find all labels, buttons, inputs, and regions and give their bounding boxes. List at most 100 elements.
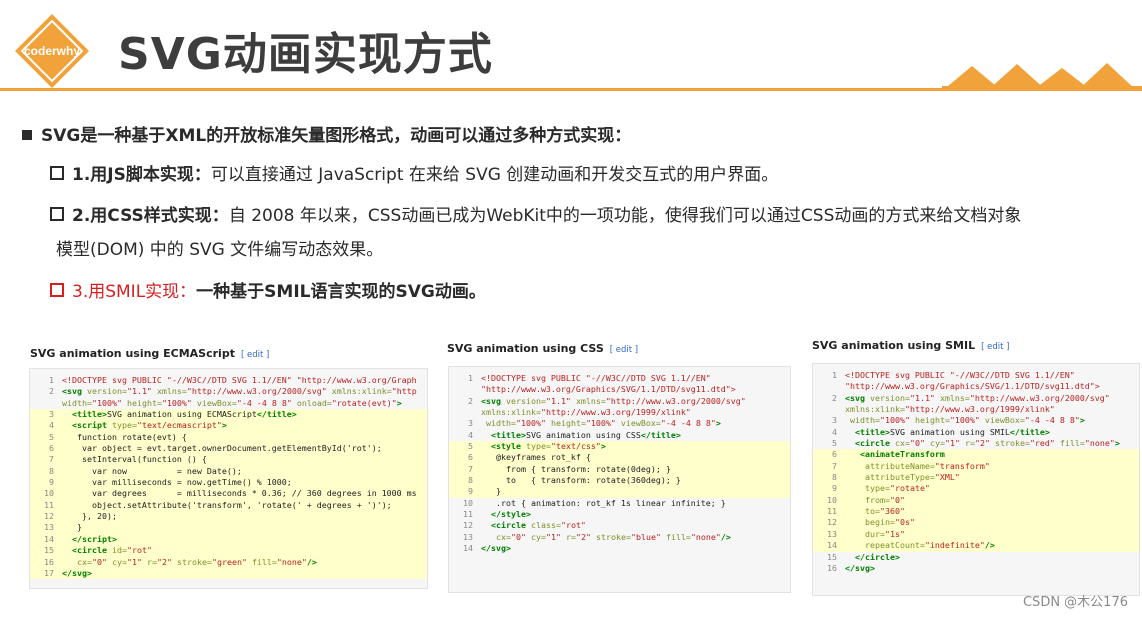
code-text: </style> bbox=[491, 509, 531, 520]
item-label: 1.用JS脚本实现： bbox=[72, 165, 211, 185]
code-text: </svg> bbox=[845, 562, 875, 573]
code-line: 6 @keyframes rot_kf { bbox=[449, 452, 790, 464]
code-line: 11 to="360" bbox=[813, 506, 1139, 518]
code-text: <!DOCTYPE svg PUBLIC "-//W3C//DTD SVG 1.… bbox=[845, 370, 1075, 380]
code-line: 3 width="100%" height="100%" viewBox="-4… bbox=[813, 415, 1139, 426]
logo-text: coderwhy bbox=[24, 44, 80, 58]
code-text: xmlns:xlink="http://www.w3.org/1999/xlin… bbox=[481, 407, 691, 418]
code-text: }, 20); bbox=[62, 511, 117, 522]
code-text: <style type="text/css"> bbox=[491, 441, 606, 452]
code-line: 1 <!DOCTYPE svg PUBLIC "-//W3C//DTD SVG 1… bbox=[813, 370, 1139, 381]
code-text: xmlns:xlink="http://www.w3.org/1999/xlin… bbox=[845, 404, 1055, 415]
line-number: 10 bbox=[44, 488, 54, 499]
code-line: 7 setInterval(function () { bbox=[30, 454, 427, 466]
example-smil: SVG animation using SMIL [ edit ] bbox=[812, 339, 1009, 352]
code-line: 3 width="100%" height="100%" viewBox="-4… bbox=[449, 418, 790, 429]
code-line: 14 </svg> bbox=[449, 543, 790, 554]
line-number: 11 bbox=[827, 506, 837, 517]
line-number: 16 bbox=[827, 562, 837, 573]
list-item-css: 2.用CSS样式实现：自 2008 年以来，CSS动画已成为WebKit中的一项… bbox=[50, 199, 1130, 267]
code-text: </svg> bbox=[62, 567, 92, 578]
code-text: var milliseconds = now.getTime() % 1000; bbox=[62, 477, 292, 488]
line-number: 5 bbox=[832, 438, 837, 449]
line-number: 6 bbox=[49, 443, 54, 454]
hollow-square-icon bbox=[50, 283, 64, 297]
example-css: SVG animation using CSS [ edit ] bbox=[447, 342, 638, 355]
code-line: 4 <script type="text/ecmascript"> bbox=[30, 420, 427, 432]
line-number: 3 bbox=[832, 415, 837, 426]
line-number: 1 bbox=[468, 373, 473, 383]
code-line: 4 <title>SVG animation using SMIL</title… bbox=[813, 427, 1139, 438]
item-label: 2.用CSS样式实现： bbox=[72, 206, 229, 226]
code-text: <title>SVG animation using CSS</title> bbox=[491, 429, 681, 440]
code-text: to="360" bbox=[864, 506, 905, 517]
code-text: <svg version="1.1" xmlns="http://www.w3.… bbox=[481, 395, 746, 406]
line-number: 6 bbox=[468, 452, 473, 463]
code-text: function rotate(evt) { bbox=[62, 431, 187, 442]
code-line: 11 </style> bbox=[449, 509, 790, 520]
list-item-smil: 3.用SMIL实现：一种基于SMIL语言实现的SVG动画。 bbox=[50, 275, 486, 309]
item-text: 自 2008 年以来，CSS动画已成为WebKit中的一项功能，使得我们可以通过… bbox=[228, 206, 1022, 226]
code-line: "http://www.w3.org/Graphics/SVG/1.1/DTD/… bbox=[449, 384, 790, 395]
code-line: 1 <!DOCTYPE svg PUBLIC "-//W3C//DTD SVG 1… bbox=[30, 375, 427, 386]
line-number bbox=[449, 384, 481, 395]
line-number: 6 bbox=[832, 449, 837, 460]
edit-link[interactable]: [ edit ] bbox=[981, 342, 1009, 352]
edit-link[interactable]: [ edit ] bbox=[610, 345, 638, 355]
line-number: 16 bbox=[44, 556, 54, 567]
code-line: 13 cx="0" cy="1" r="2" stroke="blue" fil… bbox=[449, 532, 790, 543]
line-number: 9 bbox=[832, 483, 837, 494]
code-text: @keyframes rot_kf { bbox=[481, 452, 591, 463]
line-number: 8 bbox=[832, 472, 837, 483]
code-line: 16 </svg> bbox=[813, 563, 1139, 574]
code-line: xmlns:xlink="http://www.w3.org/1999/xlin… bbox=[813, 404, 1139, 415]
code-line: 7 attributeName="transform" bbox=[813, 460, 1139, 473]
code-text: cx="0" cy="1" r="2" stroke="green" fill=… bbox=[77, 556, 317, 567]
code-text: <circle id="rot" bbox=[72, 545, 152, 556]
code-line: 5 <circle cx="0" cy="1" r="2" stroke="re… bbox=[813, 438, 1139, 449]
code-line: 6 <animateTransform bbox=[813, 449, 1139, 461]
item-label: 3.用SMIL实现： bbox=[72, 282, 197, 302]
code-line: 14 </script> bbox=[30, 533, 427, 546]
line-number: 3 bbox=[468, 418, 473, 429]
code-text: <!DOCTYPE svg PUBLIC "-//W3C//DTD SVG 1.… bbox=[62, 375, 417, 385]
code-text: var degrees = milliseconds * 0.36; // 36… bbox=[62, 488, 417, 499]
code-text: attributeType="XML" bbox=[864, 472, 960, 483]
code-text: cx="0" cy="1" r="2" stroke="blue" fill="… bbox=[496, 531, 731, 542]
code-text: <!DOCTYPE svg PUBLIC "-//W3C//DTD SVG 1.… bbox=[481, 373, 711, 383]
item-text: 可以直接通过 JavaScript 在来给 SVG 创建动画和开发交互式的用户界… bbox=[210, 165, 779, 185]
code-text: type="rotate" bbox=[864, 483, 930, 494]
line-number: 8 bbox=[49, 465, 54, 476]
line-number: 15 bbox=[44, 545, 54, 556]
line-number bbox=[813, 404, 845, 415]
line-number: 5 bbox=[468, 441, 473, 452]
code-line: 3 <title>SVG animation using ECMAScript<… bbox=[30, 409, 427, 421]
code-line: 14 repeatCount="indefinite"/> bbox=[813, 540, 1139, 552]
code-text: object.setAttribute('transform', 'rotate… bbox=[62, 499, 392, 510]
line-number: 10 bbox=[827, 494, 837, 505]
code-text: attributeName="transform" bbox=[864, 460, 990, 471]
edit-link[interactable]: [ edit ] bbox=[241, 350, 269, 360]
code-line: 8 attributeType="XML" bbox=[813, 472, 1139, 484]
example-title: SVG animation using SMIL bbox=[812, 339, 976, 352]
code-text: </circle> bbox=[855, 551, 900, 562]
line-number: 8 bbox=[468, 475, 473, 486]
line-number: 11 bbox=[44, 499, 54, 510]
main-bullet: SVG是一种基于XML的开放标准矢量图形格式，动画可以通过多种方式实现： bbox=[22, 121, 631, 146]
code-line: 11 object.setAttribute('transform', 'rot… bbox=[30, 499, 427, 512]
item-text: 一种基于SMIL语言实现的SVG动画。 bbox=[196, 282, 486, 302]
code-line: 1 <!DOCTYPE svg PUBLIC "-//W3C//DTD SVG 1… bbox=[449, 373, 790, 384]
code-text: <circle cx="0" cy="1" r="2" stroke="red"… bbox=[855, 438, 1120, 449]
code-text: <circle class="rot" bbox=[491, 520, 586, 531]
code-text: to { transform: rotate(360deg); } bbox=[481, 475, 681, 486]
code-text: "http://www.w3.org/Graphics/SVG/1.1/DTD/… bbox=[481, 384, 736, 395]
code-line: "http://www.w3.org/Graphics/SVG/1.1/DTD/… bbox=[813, 381, 1139, 392]
line-number: 4 bbox=[468, 429, 473, 440]
code-line: 9 type="rotate" bbox=[813, 483, 1139, 495]
code-line: 12 }, 20); bbox=[30, 511, 427, 523]
code-line: 5 <style type="text/css"> bbox=[449, 441, 790, 453]
line-number: 1 bbox=[832, 370, 837, 380]
page-title: SVG动画实现方式 bbox=[118, 29, 493, 80]
code-line: 7 from { transform: rotate(0deg); } bbox=[449, 463, 790, 476]
code-text: width="100%" height="100%" viewBox="-4 -… bbox=[850, 415, 1085, 426]
